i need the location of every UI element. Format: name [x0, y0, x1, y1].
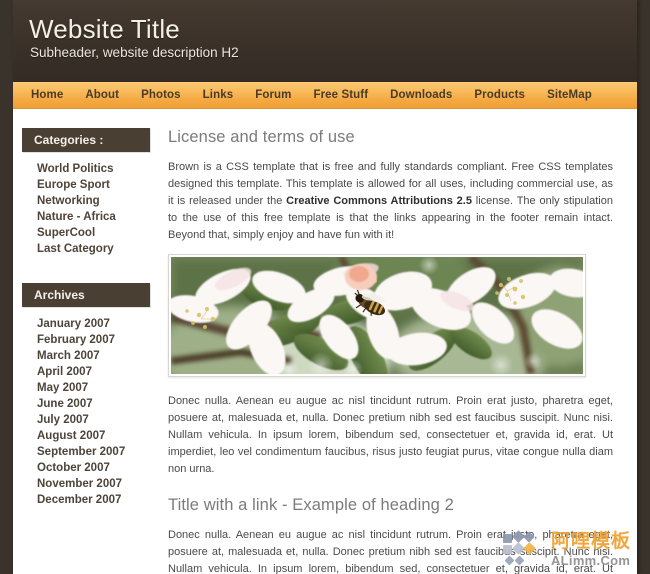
sidebar-item-last-category[interactable]: Last Category — [37, 241, 163, 257]
page-container: Website Title Subheader, website descrip… — [13, 0, 637, 574]
archive-item-december-2007[interactable]: December 2007 — [37, 492, 163, 508]
nav-item-forum[interactable]: Forum — [255, 89, 291, 101]
site-subtitle: Subheader, website description H2 — [30, 45, 239, 61]
blossom-photo — [171, 257, 583, 374]
paragraph-license: Brown is a CSS template that is free and… — [168, 159, 613, 244]
archive-item-october-2007[interactable]: October 2007 — [37, 460, 163, 476]
sidebar: Categories : World Politics Europe Sport… — [13, 109, 163, 508]
nav-item-about[interactable]: About — [85, 89, 119, 101]
archive-item-march-2007[interactable]: March 2007 — [37, 348, 163, 364]
archive-item-february-2007[interactable]: February 2007 — [37, 332, 163, 348]
archives-block: Archives January 2007 February 2007 Marc… — [22, 283, 163, 508]
photo-frame — [168, 254, 586, 377]
content-wrapper: Categories : World Politics Europe Sport… — [13, 109, 637, 574]
archive-item-august-2007[interactable]: August 2007 — [37, 428, 163, 444]
content-heading-2: Title with a link - Example of heading 2 — [168, 496, 454, 514]
page-title: Website Title — [29, 14, 180, 44]
nav-item-downloads[interactable]: Downloads — [390, 89, 452, 101]
nav-item-products[interactable]: Products — [474, 89, 525, 101]
archive-item-july-2007[interactable]: July 2007 — [37, 412, 163, 428]
sidebar-item-supercool[interactable]: SuperCool — [37, 225, 163, 241]
main-navigation: Home About Photos Links Forum Free Stuff… — [13, 82, 637, 109]
sidebar-item-world-politics[interactable]: World Politics — [37, 161, 163, 177]
blossom-photo-graphic — [171, 257, 583, 374]
archives-list: January 2007 February 2007 March 2007 Ap… — [22, 316, 163, 508]
nav-item-free-stuff[interactable]: Free Stuff — [313, 89, 368, 101]
archive-item-june-2007[interactable]: June 2007 — [37, 396, 163, 412]
categories-heading: Categories : — [22, 128, 150, 152]
content-heading-1: License and terms of use — [168, 128, 355, 146]
sidebar-item-europe-sport[interactable]: Europe Sport — [37, 177, 163, 193]
nav-item-photos[interactable]: Photos — [141, 89, 181, 101]
archives-heading: Archives — [22, 283, 150, 307]
archive-item-may-2007[interactable]: May 2007 — [37, 380, 163, 396]
archive-item-april-2007[interactable]: April 2007 — [37, 364, 163, 380]
sidebar-item-networking[interactable]: Networking — [37, 193, 163, 209]
nav-item-home[interactable]: Home — [31, 89, 63, 101]
paragraph-lorem-2: Donec nulla. Aenean eu augue ac nisl tin… — [168, 529, 613, 574]
archive-item-september-2007[interactable]: September 2007 — [37, 444, 163, 460]
site-header: Website Title Subheader, website descrip… — [13, 0, 637, 82]
archive-item-january-2007[interactable]: January 2007 — [37, 316, 163, 332]
sidebar-item-nature-africa[interactable]: Nature - Africa — [37, 209, 163, 225]
archive-item-november-2007[interactable]: November 2007 — [37, 476, 163, 492]
nav-item-sitemap[interactable]: SiteMap — [547, 89, 592, 101]
categories-list: World Politics Europe Sport Networking N… — [22, 161, 163, 257]
license-name: Creative Commons Attributions 2.5 — [286, 195, 472, 207]
categories-block: Categories : World Politics Europe Sport… — [22, 128, 163, 257]
main-content: License and terms of use Brown is a CSS … — [163, 109, 637, 574]
header-inner: Website Title Subheader, website descrip… — [13, 0, 637, 61]
paragraph-lorem-1: Donec nulla. Aenean eu augue ac nisl tin… — [168, 395, 613, 475]
nav-item-links[interactable]: Links — [203, 89, 234, 101]
